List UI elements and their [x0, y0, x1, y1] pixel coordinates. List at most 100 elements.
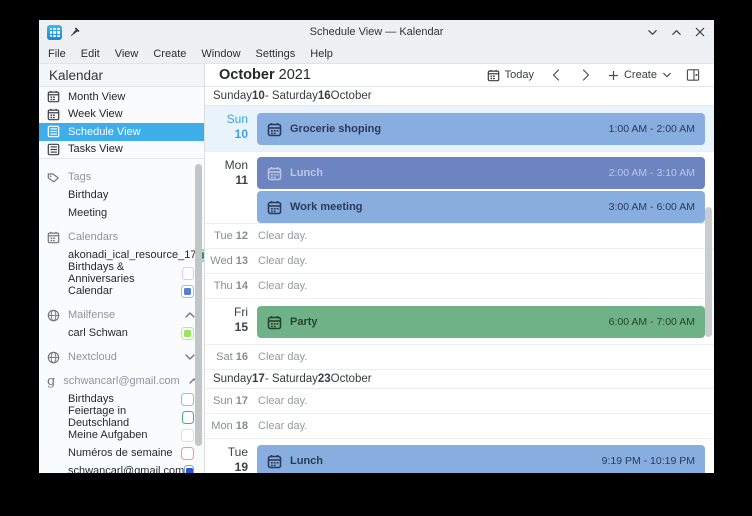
sidebar-item-week-view[interactable]: Week View — [39, 106, 204, 124]
sidebar-scrollbar[interactable] — [195, 164, 202, 446]
sidebar-item-schedule-view[interactable]: Schedule View — [39, 123, 204, 141]
day-label: Mon 11 — [224, 158, 248, 187]
day-row-sun-17: Sun 17 Clear day. — [205, 389, 714, 414]
menu-window[interactable]: Window — [201, 48, 240, 60]
calendar-item[interactable]: carl Schwan — [39, 324, 204, 342]
sidebar-item-tasks-view[interactable]: Tasks View — [39, 141, 204, 159]
event-calendar-icon — [267, 121, 282, 137]
menu-help[interactable]: Help — [310, 48, 333, 60]
section-label: Mailfense — [68, 309, 116, 321]
calendar-label: Numéros de semaine — [68, 447, 173, 459]
minimize-button[interactable] — [646, 26, 658, 38]
main-header: October 2021 Today Create — [205, 64, 714, 87]
calendar-label: Meine Aufgaben — [68, 429, 148, 441]
sidebar-item-month-view[interactable]: Month View — [39, 88, 204, 106]
calendar-checkbox[interactable] — [181, 326, 194, 340]
menu-create[interactable]: Create — [153, 48, 186, 60]
calendar-item[interactable]: Numéros de semaine — [39, 444, 204, 462]
schedule-view-icon — [47, 125, 60, 138]
pin-icon — [69, 27, 80, 38]
next-button[interactable] — [574, 67, 598, 83]
event-time: 6:00 AM - 7:00 AM — [608, 316, 695, 328]
event-lunch-selected[interactable]: Lunch 2:00 AM - 3:10 AM — [257, 157, 705, 189]
mailfense-section-header[interactable]: Mailfense — [39, 306, 204, 324]
panel-icon — [686, 69, 700, 81]
event-title: Lunch — [290, 167, 323, 179]
nextcloud-section-header[interactable]: Nextcloud — [39, 348, 204, 366]
sidebar-item-label: Week View — [68, 108, 123, 121]
calendar-label: schwancarl@gmail.com — [68, 465, 185, 473]
calendar-label: Feiertage in Deutschland — [68, 405, 130, 429]
tasks-view-icon — [47, 143, 60, 156]
event-title: Work meeting — [290, 201, 363, 213]
day-row-fri-15: Fri 15 Party 6:00 AM - 7:00 AM — [205, 299, 714, 345]
clear-day-text: Clear day. — [258, 255, 308, 267]
page-title: October 2021 — [219, 67, 311, 83]
window-title: Schedule View — Kalendar — [309, 26, 444, 38]
event-time: 1:00 AM - 2:00 AM — [608, 123, 695, 135]
day-row-mon-18: Mon 18 Clear day. — [205, 414, 714, 439]
globe-icon — [47, 309, 60, 322]
plus-icon — [608, 70, 618, 80]
event-calendar-icon — [267, 453, 282, 469]
menu-edit[interactable]: Edit — [81, 48, 100, 60]
event-title: Party — [290, 316, 318, 328]
event-grocerie-shoping[interactable]: Grocerie shoping 1:00 AM - 2:00 AM — [257, 113, 705, 145]
calendar-item[interactable]: Feiertage in Deutschland — [39, 405, 204, 429]
today-calendar-icon — [487, 68, 499, 81]
event-time: 9:19 PM - 10:19 PM — [601, 455, 695, 467]
day-label-today: Sun 10 — [226, 112, 248, 141]
titlebar[interactable]: Schedule View — Kalendar — [39, 20, 714, 44]
event-work-meeting[interactable]: Work meeting 3:00 AM - 6:00 AM — [257, 191, 705, 223]
day-label: Fri 15 — [234, 305, 248, 334]
previous-button[interactable] — [544, 67, 568, 83]
calendar-label: Birthdays — [68, 393, 114, 405]
week-header: Sunday 10 - Saturday 16 October — [205, 87, 714, 106]
week-header: Sunday 17 - Saturday 23 October — [205, 370, 714, 389]
calendar-item[interactable]: Birthdays & Anniversaries — [39, 261, 204, 285]
calendar-label: Birthdays & Anniversaries — [68, 261, 135, 285]
tag-item-birthday[interactable]: Birthday — [39, 186, 204, 204]
day-row-tue-12: Tue 12 Clear day. — [205, 224, 714, 249]
event-lunch-2[interactable]: Lunch 9:19 PM - 10:19 PM — [257, 445, 705, 473]
sidebar-item-label: Month View — [68, 90, 126, 103]
create-button[interactable]: Create — [604, 67, 676, 83]
section-label: schwancarl@gmail.com — [63, 375, 180, 387]
day-label: Tue 19 — [227, 445, 248, 473]
calendar-checkbox[interactable] — [181, 284, 194, 298]
day-label: Wed 13 — [210, 255, 248, 267]
menu-file[interactable]: File — [48, 48, 66, 60]
clear-day-text: Clear day. — [258, 420, 308, 432]
event-title: Lunch — [290, 455, 323, 467]
sidebar-item-label: Schedule View — [68, 125, 141, 138]
event-party[interactable]: Party 6:00 AM - 7:00 AM — [257, 306, 705, 338]
tag-item-meeting[interactable]: Meeting — [39, 204, 204, 222]
calendar-checkbox[interactable] — [181, 428, 194, 442]
calendar-checkbox[interactable] — [184, 464, 194, 473]
info-panel-toggle-button[interactable] — [682, 66, 704, 84]
clear-day-text: Clear day. — [258, 351, 308, 363]
day-row-tue-19: Tue 19 Lunch 9:19 PM - 10:19 PM — [205, 439, 714, 473]
menu-view[interactable]: View — [115, 48, 139, 60]
gmail-section-header[interactable]: g schwancarl@gmail.com — [39, 372, 204, 390]
maximize-button[interactable] — [670, 26, 682, 38]
calendar-checkbox[interactable] — [181, 410, 194, 424]
calendar-checkbox[interactable] — [181, 446, 194, 460]
calendar-label: akonadi_ical_resource_17 — [68, 249, 197, 261]
event-calendar-icon — [267, 199, 282, 215]
menu-settings[interactable]: Settings — [256, 48, 296, 60]
tag-icon — [47, 171, 60, 184]
close-button[interactable] — [694, 26, 706, 38]
today-button[interactable]: Today — [483, 67, 538, 84]
calendar-checkbox[interactable] — [181, 392, 194, 406]
day-row-sun-10: Sun 10 Grocerie shoping 1:00 AM - 2:00 AM — [205, 106, 714, 152]
section-label: Tags — [68, 171, 92, 183]
toolbar: Today Create — [483, 66, 704, 84]
sidebar: Kalendar Month View Week View Schedule V… — [39, 64, 205, 473]
calendar-item[interactable]: schwancarl@gmail.com — [39, 462, 204, 473]
calendars-icon — [47, 230, 60, 244]
tags-section-header[interactable]: Tags — [39, 168, 204, 186]
schedule-scrollbar[interactable] — [705, 207, 712, 337]
calendars-section-header[interactable]: Calendars — [39, 228, 204, 246]
calendar-checkbox[interactable] — [182, 266, 194, 280]
